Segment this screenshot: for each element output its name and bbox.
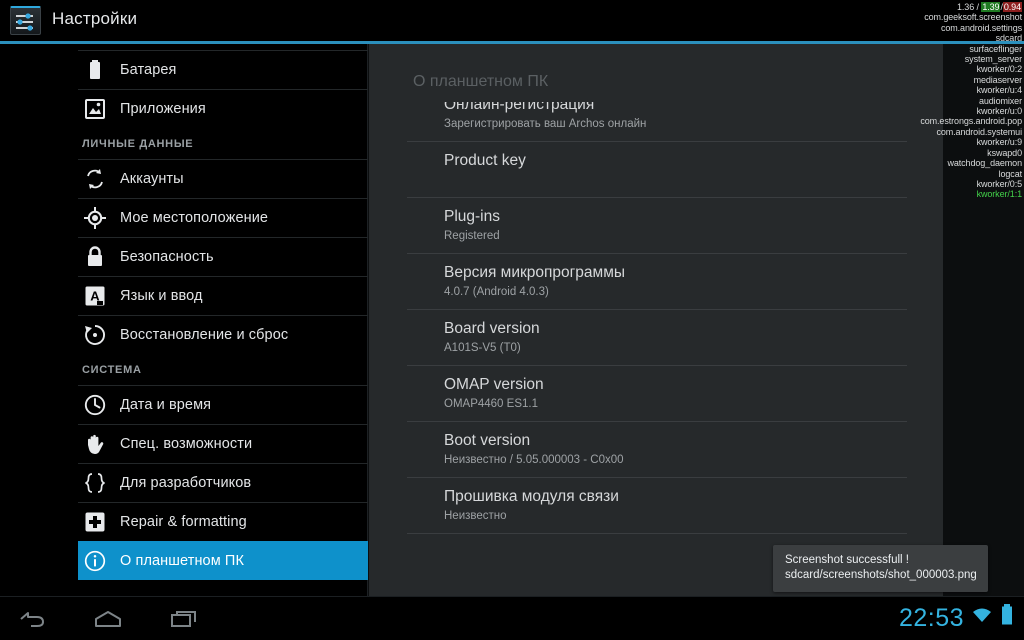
- back-arrow-icon[interactable]: [10, 605, 54, 633]
- clock-icon: [82, 394, 108, 416]
- battery-full-icon: [1000, 603, 1014, 632]
- restore-reset-icon: [82, 324, 108, 346]
- preference-row-прошивка-модуля-связи[interactable]: Прошивка модуля связи Неизвестно: [407, 478, 907, 534]
- preference-title: Plug-ins: [444, 208, 500, 225]
- sidebar-item-о-планшетном-пк[interactable]: О планшетном ПК: [78, 541, 368, 580]
- sidebar-item-мое-местоположение[interactable]: Мое местоположение: [78, 198, 368, 237]
- info-circle-icon: [82, 550, 108, 572]
- hand-accessibility-icon: [82, 433, 108, 455]
- preference-title: Board version: [444, 320, 540, 337]
- content-page-title: О планшетном ПК: [413, 73, 549, 90]
- sidebar-list[interactable]: Батарея Приложения ЛИЧНЫЕ ДАННЫЕ Аккаунты Мо…: [78, 50, 368, 580]
- system-navigation-bar: 22:53: [0, 596, 1024, 640]
- preference-row-board-version[interactable]: Board version A101S-V5 (T0): [407, 310, 907, 366]
- sidebar-item-восстановление-и-сброс[interactable]: Восстановление и сброс: [78, 315, 368, 354]
- sidebar-item-приложения[interactable]: Приложения: [78, 89, 368, 128]
- sidebar-item-label: Восстановление и сброс: [120, 327, 289, 343]
- lock-icon: [82, 246, 108, 268]
- toast-line-2: sdcard/screenshots/shot_000003.png: [785, 569, 977, 581]
- body-area: Батарея Приложения ЛИЧНЫЕ ДАННЫЕ Аккаунты Мо…: [0, 44, 1024, 596]
- android-settings-screen: Настройки Батарея Приложения ЛИЧНЫЕ ДАННЫЕ…: [0, 0, 1024, 640]
- preference-title: Product key: [444, 152, 526, 169]
- sidebar-item-label: Мое местоположение: [120, 210, 269, 226]
- preference-row-boot-version[interactable]: Boot version Неизвестно / 5.05.000003 - C…: [407, 422, 907, 478]
- wifi-icon: [970, 605, 994, 630]
- sidebar-item-label: Repair & formatting: [120, 514, 247, 530]
- curly-braces-developer-icon: [82, 472, 108, 494]
- preference-row-omap-version[interactable]: OMAP version OMAP4460 ES1.1: [407, 366, 907, 422]
- language-letter-a-icon: A: [82, 286, 108, 306]
- location-target-icon: [82, 207, 108, 229]
- status-area[interactable]: 22:53: [899, 603, 1014, 632]
- preference-title: OMAP version: [444, 376, 544, 393]
- preference-subtitle: A101S-V5 (T0): [444, 342, 521, 354]
- content-panel: О планшетном ПК Онлайн-регистрация Зареги…: [369, 44, 988, 596]
- sidebar-item-label: Безопасность: [120, 249, 214, 265]
- sidebar-item-батарея[interactable]: Батарея: [78, 50, 368, 89]
- sidebar-section-header: СИСТЕМА: [82, 363, 142, 376]
- preference-subtitle: Registered: [444, 230, 500, 242]
- repair-plus-icon: [82, 512, 108, 532]
- sidebar-item-label: Дата и время: [120, 397, 212, 413]
- preference-row-product-key[interactable]: Product key: [407, 142, 907, 198]
- sidebar-item-repair-formatting[interactable]: Repair & formatting: [78, 502, 368, 541]
- sidebar-item-дата-и-время[interactable]: Дата и время: [78, 385, 368, 424]
- clock: 22:53: [898, 603, 964, 632]
- preference-row-версия-микропрограммы[interactable]: Версия микропрограммы 4.0.7 (Android 4.0.…: [407, 254, 907, 310]
- sidebar-item-спец-возможности[interactable]: Спец. возможности: [78, 424, 368, 463]
- preference-row-plug-ins[interactable]: Plug-ins Registered: [407, 198, 907, 254]
- preference-subtitle: OMAP4460 ES1.1: [444, 398, 538, 410]
- preference-subtitle: Неизвестно: [444, 510, 507, 522]
- sidebar-item-label: Спец. возможности: [120, 436, 253, 452]
- preference-row-онлайн-регистрация[interactable]: Онлайн-регистрация Зарегистрировать ваш A…: [407, 102, 907, 142]
- preference-subtitle: Зарегистрировать ваш Archos онлайн: [444, 118, 647, 130]
- preference-title: Boot version: [444, 432, 531, 449]
- sidebar-item-для-разработчиков[interactable]: Для разработчиков: [78, 463, 368, 502]
- sidebar-item-аккаунты[interactable]: Аккаунты: [78, 159, 368, 198]
- sidebar-item-label: Аккаунты: [120, 171, 184, 187]
- title-bar: Настройки: [0, 0, 1024, 41]
- battery-icon: [82, 59, 108, 81]
- sidebar-item-label: Для разработчиков: [120, 475, 252, 491]
- sidebar-section-header: ЛИЧНЫЕ ДАННЫЕ: [82, 137, 194, 150]
- preference-title: Прошивка модуля связи: [444, 488, 619, 505]
- app-title: Настройки: [52, 9, 138, 28]
- sidebar-item-label: Язык и ввод: [120, 288, 203, 304]
- sidebar-item-label: Приложения: [120, 101, 206, 117]
- sync-accounts-icon: [82, 168, 108, 190]
- preference-list[interactable]: Онлайн-регистрация Зарегистрировать ваш A…: [407, 102, 907, 582]
- preference-subtitle: 4.0.7 (Android 4.0.3): [444, 286, 549, 298]
- sidebar-item-label: О планшетном ПК: [120, 553, 244, 569]
- apps-image-icon: [82, 99, 108, 119]
- preference-title: Версия микропрограммы: [444, 264, 626, 281]
- toast-line-1: Screenshot successfull !: [785, 554, 910, 566]
- preference-subtitle: Неизвестно / 5.05.000003 - C0x00: [444, 454, 624, 466]
- preference-subtitle: [444, 172, 907, 188]
- sidebar-item-label: Батарея: [120, 62, 177, 78]
- settings-sidebar: Батарея Приложения ЛИЧНЫЕ ДАННЫЕ Аккаунты Мо…: [0, 44, 368, 596]
- preference-title: Онлайн-регистрация: [444, 102, 595, 113]
- navigation-buttons: [10, 605, 206, 633]
- sidebar-item-безопасность[interactable]: Безопасность: [78, 237, 368, 276]
- recent-apps-icon[interactable]: [162, 605, 206, 633]
- toast-notification: Screenshot successfull ! sdcard/screensh…: [773, 545, 988, 592]
- settings-sliders-icon: [10, 6, 41, 35]
- sidebar-item-язык-и-ввод[interactable]: A Язык и ввод: [78, 276, 368, 315]
- home-icon[interactable]: [86, 605, 130, 633]
